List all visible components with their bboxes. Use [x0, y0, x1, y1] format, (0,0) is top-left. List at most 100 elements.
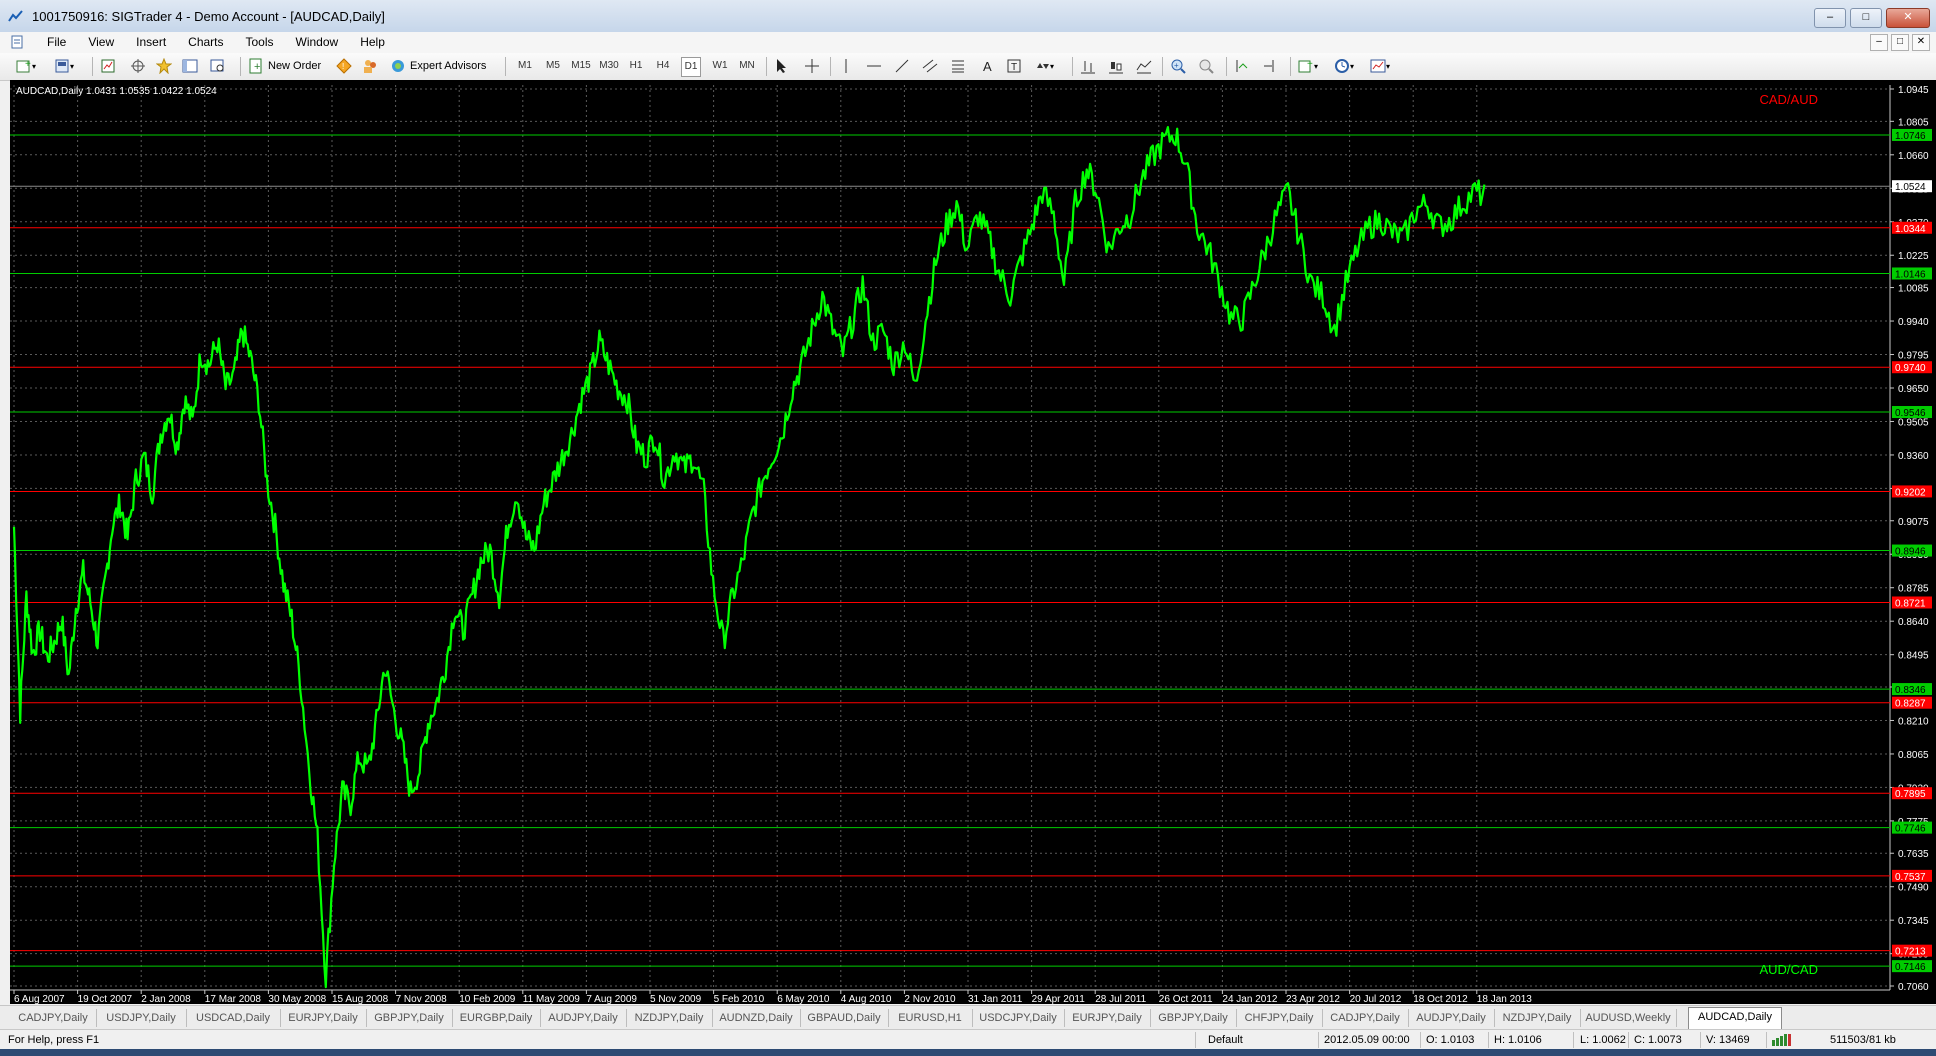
favorites-button[interactable]: [156, 56, 172, 76]
timeframe-mn[interactable]: MN: [737, 57, 757, 75]
timeframe-m15[interactable]: M15: [570, 57, 592, 75]
price-chart[interactable]: 1.09451.08051.06601.05151.03701.02251.00…: [10, 80, 1936, 1005]
status-low: L: 1.0062: [1580, 1034, 1626, 1046]
chart-tab-active[interactable]: AUDCAD,Daily: [1688, 1007, 1782, 1029]
chart-window[interactable]: 1.09451.08051.06601.05151.03701.02251.00…: [10, 80, 1936, 1005]
new-chart-icon: +: [16, 59, 31, 73]
timeframe-d1[interactable]: D1: [681, 57, 701, 77]
zoom-in-button[interactable]: +: [1170, 56, 1186, 76]
auto-scroll-button[interactable]: [1234, 56, 1250, 76]
chart-tab[interactable]: AUDNZD,Daily: [712, 1009, 801, 1027]
periods-button[interactable]: ▾: [1334, 56, 1354, 76]
indicators-button[interactable]: + ▾: [1298, 56, 1318, 76]
chart-tab[interactable]: GBPJPY,Daily: [1150, 1009, 1237, 1027]
strategy-tester-button[interactable]: [210, 56, 226, 76]
text-label-button[interactable]: T: [1006, 56, 1022, 76]
level-price-label: 0.7146: [1895, 962, 1926, 973]
close-button[interactable]: ✕: [1886, 8, 1930, 28]
expert-advisors-label: Expert Advisors: [410, 60, 487, 72]
vertical-line-icon: [845, 59, 847, 73]
timeframe-m5[interactable]: M5: [544, 57, 562, 75]
channel-button[interactable]: [922, 56, 938, 76]
document-icon[interactable]: [10, 35, 24, 49]
chart-tab[interactable]: USDJPY,Daily: [96, 1009, 187, 1027]
new-chart-button[interactable]: + ▾: [16, 56, 36, 76]
svg-text:T: T: [1011, 62, 1017, 73]
menu-tools[interactable]: Tools: [235, 35, 285, 49]
bar-chart-icon: [1081, 61, 1095, 74]
timeframe-m1[interactable]: M1: [516, 57, 534, 75]
pair-label-top: CAD/AUD: [1759, 92, 1818, 107]
chart-tab[interactable]: EURJPY,Daily: [1064, 1009, 1151, 1027]
menu-file[interactable]: File: [36, 35, 77, 49]
zoom-out-button[interactable]: [1198, 56, 1214, 76]
arrows-button[interactable]: ▾: [1034, 56, 1054, 76]
level-price-label: 1.0146: [1895, 269, 1926, 280]
chart-tab[interactable]: EURUSD,H1: [888, 1009, 973, 1027]
chart-tab[interactable]: NZDJPY,Daily: [626, 1009, 713, 1027]
status-high: H: 1.0106: [1494, 1034, 1542, 1046]
level-price-label: 0.9202: [1895, 487, 1926, 498]
fibonacci-button[interactable]: [950, 56, 966, 76]
child-minimize-button[interactable]: –: [1870, 34, 1888, 51]
y-tick-label: 1.0805: [1898, 117, 1929, 128]
timeframe-h1[interactable]: H1: [628, 57, 644, 75]
menu-help[interactable]: Help: [349, 35, 396, 49]
new-order-button[interactable]: + New Order: [248, 56, 321, 76]
x-tick-label: 23 Apr 2012: [1286, 994, 1340, 1004]
cursor-tool-button[interactable]: [774, 56, 790, 76]
line-chart-button[interactable]: [1136, 56, 1152, 76]
status-profile[interactable]: Default: [1208, 1034, 1243, 1046]
market-watch-button[interactable]: [100, 56, 116, 76]
chart-tab[interactable]: GBPJPY,Daily: [366, 1009, 453, 1027]
status-datetime: 2012.05.09 00:00: [1324, 1034, 1410, 1046]
vertical-line-button[interactable]: [838, 56, 854, 76]
status-bar: For Help, press F1 Default 2012.05.09 00…: [0, 1029, 1936, 1050]
menu-window[interactable]: Window: [285, 35, 350, 49]
y-tick-label: 0.8210: [1898, 716, 1929, 727]
terminal-button[interactable]: [182, 56, 198, 76]
horizontal-line-button[interactable]: [866, 56, 882, 76]
trendline-button[interactable]: [894, 56, 910, 76]
minimize-button[interactable]: –: [1814, 8, 1846, 28]
chart-tab[interactable]: USDCJPY,Daily: [972, 1009, 1065, 1027]
templates-button[interactable]: ▾: [1370, 56, 1390, 76]
timeframe-h4[interactable]: H4: [655, 57, 671, 75]
profiles-button[interactable]: ▾: [54, 56, 74, 76]
chart-tab[interactable]: NZDJPY,Daily: [1494, 1009, 1581, 1027]
status-open: O: 1.0103: [1426, 1034, 1475, 1046]
chart-tab[interactable]: EURGBP,Daily: [452, 1009, 541, 1027]
timeframe-m30[interactable]: M30: [598, 57, 620, 75]
chart-tab[interactable]: AUDJPY,Daily: [540, 1009, 627, 1027]
x-tick-label: 24 Jan 2012: [1222, 994, 1277, 1004]
chart-tab[interactable]: USDCAD,Daily: [186, 1009, 281, 1027]
x-tick-label: 30 May 2008: [268, 994, 326, 1004]
candlestick-button[interactable]: [1108, 56, 1124, 76]
chart-tab[interactable]: EURJPY,Daily: [280, 1009, 367, 1027]
timeframe-w1[interactable]: W1: [711, 57, 729, 75]
chart-tab[interactable]: AUDJPY,Daily: [1408, 1009, 1495, 1027]
chart-tab[interactable]: GBPAUD,Daily: [800, 1009, 889, 1027]
window-titlebar: 1001750916: SIGTrader 4 - Demo Account -…: [0, 0, 1936, 33]
x-tick-label: 17 Mar 2008: [205, 994, 262, 1004]
crosshair-tool-button[interactable]: [804, 56, 820, 76]
expert-advisors-button[interactable]: Expert Advisors: [390, 56, 486, 76]
text-tool-button[interactable]: A: [980, 56, 996, 76]
child-restore-button[interactable]: □: [1891, 34, 1909, 51]
child-close-button[interactable]: ✕: [1912, 34, 1930, 51]
metaeditor-button[interactable]: !: [336, 56, 352, 76]
chart-tab[interactable]: AUDUSD,Weekly: [1580, 1009, 1677, 1027]
menu-view[interactable]: View: [77, 35, 125, 49]
menu-charts[interactable]: Charts: [177, 35, 234, 49]
experts-people-button[interactable]: [362, 56, 378, 76]
chart-tab[interactable]: CHFJPY,Daily: [1236, 1009, 1323, 1027]
maximize-button[interactable]: □: [1850, 8, 1882, 28]
y-tick-label: 1.0945: [1898, 85, 1929, 96]
chart-shift-button[interactable]: [1262, 56, 1278, 76]
chart-tab[interactable]: CADJPY,Daily: [10, 1009, 97, 1027]
menu-insert[interactable]: Insert: [125, 35, 177, 49]
svg-text:+: +: [254, 61, 260, 73]
chart-tab[interactable]: CADJPY,Daily: [1322, 1009, 1409, 1027]
navigator-button[interactable]: [130, 56, 146, 76]
bar-chart-button[interactable]: [1080, 56, 1096, 76]
